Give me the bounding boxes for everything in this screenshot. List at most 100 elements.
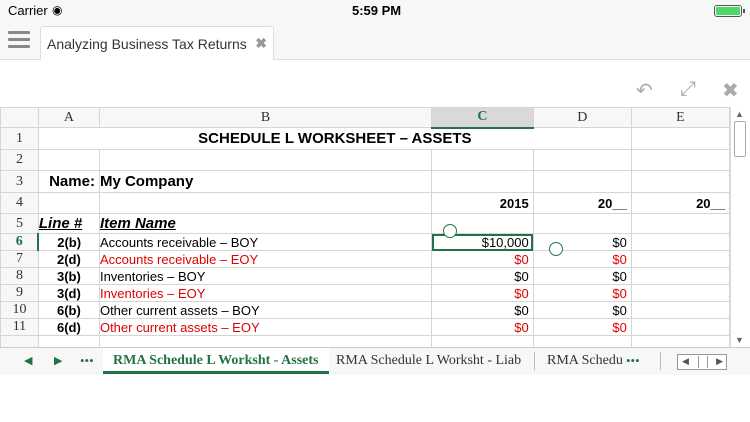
scroll-thumb[interactable] [734, 121, 746, 157]
item-cell[interactable]: Inventories – BOY [98, 267, 433, 285]
sheet-title[interactable]: SCHEDULE L WORKSHEET – ASSETS [37, 127, 632, 150]
cell[interactable] [98, 149, 433, 171]
name-label-cell[interactable]: Name: [37, 170, 100, 193]
line-cell[interactable]: 3(b) [37, 267, 100, 285]
spreadsheet-grid[interactable]: A B C D E 1 SCHEDULE L WORKSHEET – ASSET… [0, 107, 730, 347]
cell[interactable] [630, 170, 730, 193]
line-cell[interactable]: 2(b) [37, 233, 100, 251]
cell[interactable] [630, 250, 730, 268]
column-header-a[interactable]: A [37, 107, 100, 128]
cell[interactable] [532, 213, 632, 234]
close-icon[interactable]: ✖ [255, 35, 267, 52]
selection-end-handle[interactable] [549, 242, 563, 256]
carrier-label: Carrier [8, 3, 48, 18]
line-number-header[interactable]: Line # [37, 213, 100, 234]
row-header[interactable]: 3 [0, 170, 39, 193]
item-cell[interactable]: Other current assets – BOY [98, 301, 433, 319]
cell[interactable] [431, 335, 534, 347]
value-cell[interactable]: $0 [532, 250, 632, 268]
row-header[interactable]: 10 [0, 301, 39, 319]
row-header[interactable]: 9 [0, 284, 39, 302]
clock: 5:59 PM [352, 3, 402, 18]
cell[interactable] [37, 149, 100, 171]
line-cell[interactable]: 3(d) [37, 284, 100, 302]
value-cell[interactable]: $0 [431, 284, 534, 302]
vertical-scrollbar[interactable]: ▲ ▼ [730, 107, 750, 347]
cell[interactable] [37, 192, 100, 214]
sheet-more-left[interactable]: ••• [80, 353, 94, 369]
line-cell[interactable]: 2(d) [37, 250, 100, 268]
scroll-right-icon[interactable]: ▶ [716, 356, 723, 367]
menu-icon[interactable] [8, 31, 30, 49]
item-cell[interactable]: Accounts receivable – BOY [98, 233, 433, 251]
value-cell[interactable]: $0 [431, 318, 534, 336]
item-cell[interactable]: Accounts receivable – EOY [98, 250, 433, 268]
cell[interactable] [630, 233, 730, 251]
year-cell-d[interactable]: 20__ [532, 192, 632, 214]
cell[interactable] [532, 149, 632, 171]
column-header-c[interactable]: C [431, 107, 534, 129]
value-cell[interactable]: $0 [431, 250, 534, 268]
year-cell-c[interactable]: 2015 [431, 192, 534, 214]
cell[interactable] [630, 284, 730, 302]
row-header[interactable]: 1 [0, 127, 39, 150]
column-header-e[interactable]: E [630, 107, 730, 128]
cell[interactable] [630, 127, 730, 150]
scroll-down-icon[interactable]: ▼ [735, 335, 744, 345]
item-cell[interactable]: Inventories – EOY [98, 284, 433, 302]
row-header[interactable]: 7 [0, 250, 39, 268]
cell[interactable] [98, 192, 433, 214]
cell[interactable] [630, 267, 730, 285]
row-header[interactable]: 11 [0, 318, 39, 336]
horizontal-scrollbar[interactable]: ◀ ▶ [677, 354, 727, 370]
cell[interactable] [98, 335, 433, 347]
item-cell[interactable]: Other current assets – EOY [98, 318, 433, 336]
value-cell[interactable]: $0 [532, 318, 632, 336]
sheet-tab-schedule[interactable]: RMA Schedu [537, 348, 633, 374]
collapse-icon[interactable]: ⤢ [680, 78, 696, 101]
value-cell[interactable]: $0 [431, 301, 534, 319]
undo-icon[interactable]: ↶ [636, 78, 653, 103]
cell[interactable] [630, 335, 730, 347]
line-cell[interactable]: 6(d) [37, 318, 100, 336]
scroll-up-icon[interactable]: ▲ [735, 109, 744, 119]
row-header[interactable]: 8 [0, 267, 39, 285]
document-tab[interactable]: Analyzing Business Tax Returns ✖ [40, 26, 274, 60]
value-cell[interactable]: $0 [532, 301, 632, 319]
column-header-d[interactable]: D [532, 107, 632, 128]
row-header[interactable] [0, 335, 39, 347]
row-header[interactable]: 6 [0, 233, 40, 251]
cell[interactable] [630, 149, 730, 171]
value-cell[interactable]: $0 [532, 267, 632, 285]
sheet-next-icon[interactable]: ▶ [54, 354, 62, 367]
cell[interactable] [630, 213, 730, 234]
selection-start-handle[interactable] [443, 224, 457, 238]
hscroll-thumb[interactable] [698, 356, 708, 368]
select-all-corner[interactable] [0, 107, 39, 128]
cell[interactable] [431, 170, 534, 193]
cell[interactable] [532, 335, 632, 347]
line-cell[interactable]: 6(b) [37, 301, 100, 319]
sheet-tab-assets[interactable]: RMA Schedule L Worksht - Assets [103, 348, 329, 374]
row-header[interactable]: 4 [0, 192, 39, 214]
cell[interactable] [532, 170, 632, 193]
cell[interactable] [37, 335, 100, 347]
value-cell[interactable]: $0 [532, 233, 632, 251]
cell[interactable] [431, 149, 534, 171]
company-name-cell[interactable]: My Company [98, 170, 433, 193]
year-cell-e[interactable]: 20__ [630, 192, 730, 214]
row-header[interactable]: 5 [0, 213, 39, 234]
value-cell[interactable]: $0 [431, 267, 534, 285]
cell[interactable] [630, 301, 730, 319]
cell[interactable] [630, 318, 730, 336]
sheet-tab-liab[interactable]: RMA Schedule L Worksht - Liab [326, 348, 531, 374]
column-header-b[interactable]: B [98, 107, 433, 128]
value-cell[interactable]: $0 [532, 284, 632, 302]
scroll-left-icon[interactable]: ◀ [682, 356, 689, 367]
close-panel-icon[interactable]: ✖ [722, 78, 739, 103]
status-bar: Carrier ◉ 5:59 PM [0, 0, 750, 22]
sheet-more-right[interactable]: ••• [626, 353, 640, 369]
item-name-header[interactable]: Item Name [98, 213, 433, 234]
row-header[interactable]: 2 [0, 149, 39, 171]
sheet-prev-icon[interactable]: ◀ [24, 354, 32, 367]
